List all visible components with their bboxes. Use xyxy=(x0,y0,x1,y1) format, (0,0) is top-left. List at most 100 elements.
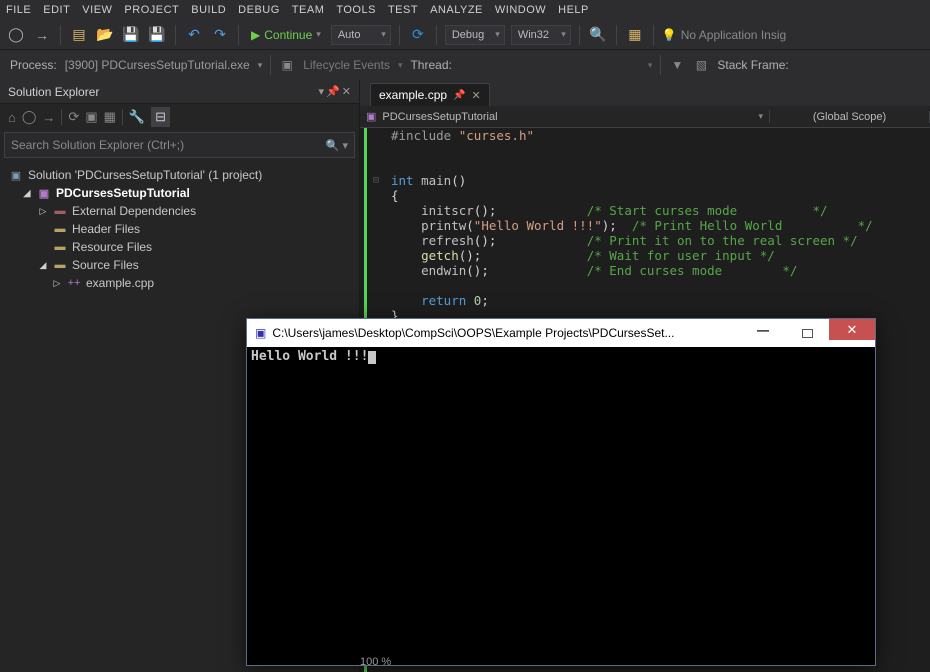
collapse-icon[interactable]: ⊟ xyxy=(373,173,379,188)
project-icon: ▣ xyxy=(36,186,52,200)
save-all-icon[interactable]: 💾 xyxy=(147,25,167,45)
collapse-icon[interactable]: ▣ xyxy=(85,109,97,125)
console-window[interactable]: ▣ C:\Users\james\Desktop\CompSci\OOPS\Ex… xyxy=(246,318,876,666)
nav-scope-left[interactable]: ▣ PDCursesSetupTutorial ▾ xyxy=(360,110,770,123)
process-label: Process: xyxy=(10,58,57,72)
menu-test[interactable]: TEST xyxy=(388,4,418,16)
menu-build[interactable]: BUILD xyxy=(191,4,226,16)
separator xyxy=(616,25,617,45)
nav-scope-right[interactable]: (Global Scope) xyxy=(770,111,930,123)
menu-analyze[interactable]: ANALYZE xyxy=(430,4,483,16)
menu-help[interactable]: HELP xyxy=(558,4,589,16)
solution-node[interactable]: ▣ Solution 'PDCursesSetupTutorial' (1 pr… xyxy=(4,166,355,184)
menu-bar: FILE EDIT VIEW PROJECT BUILD DEBUG TEAM … xyxy=(0,0,930,20)
expand-icon[interactable]: ▷ xyxy=(52,278,62,289)
folder-icon: ▬ xyxy=(52,258,68,272)
lifecycle-icon[interactable]: ▣ xyxy=(279,57,295,73)
external-deps-node[interactable]: ▷ ▬ External Dependencies xyxy=(4,202,355,220)
separator xyxy=(399,25,400,45)
extensions-icon[interactable]: ▦ xyxy=(625,25,645,45)
example-cpp-node[interactable]: ▷ ++ example.cpp xyxy=(4,274,355,292)
process-name: [3900] PDCursesSetupTutorial.exe xyxy=(65,58,250,72)
menu-view[interactable]: VIEW xyxy=(82,4,112,16)
resource-files-node[interactable]: ▬ Resource Files xyxy=(4,238,355,256)
editor-tab-example[interactable]: example.cpp 📌 ✕ xyxy=(370,83,490,106)
continue-label: Continue xyxy=(264,28,312,42)
close-icon[interactable]: ✕ xyxy=(472,89,481,102)
menu-team[interactable]: TEAM xyxy=(292,4,325,16)
redo-icon[interactable]: ↷ xyxy=(210,25,230,45)
separator xyxy=(238,25,239,45)
expand-icon[interactable]: ◢ xyxy=(22,188,32,199)
filter-icon[interactable]: ▼ xyxy=(669,57,685,73)
console-app-icon: ▣ xyxy=(255,326,266,340)
header-files-node[interactable]: ▬ Header Files xyxy=(4,220,355,238)
source-files-node[interactable]: ◢ ▬ Source Files xyxy=(4,256,355,274)
menu-debug[interactable]: DEBUG xyxy=(238,4,280,16)
save-icon[interactable]: 💾 xyxy=(121,25,141,45)
minimize-button[interactable]: — xyxy=(741,319,785,340)
maximize-button[interactable] xyxy=(785,319,829,347)
sync-icon[interactable]: ⟳ xyxy=(68,109,79,125)
menu-project[interactable]: PROJECT xyxy=(124,4,179,16)
properties-icon[interactable]: 🔧 xyxy=(129,109,145,125)
preview-icon[interactable]: ⊟ xyxy=(151,107,170,127)
folder-icon: ▬ xyxy=(52,240,68,254)
config-combo[interactable]: Debug xyxy=(445,25,505,45)
lifecycle-label: Lifecycle Events xyxy=(303,58,390,72)
pin-icon[interactable]: 📌 xyxy=(326,85,340,98)
play-icon: ▶ xyxy=(251,28,260,42)
separator xyxy=(436,25,437,45)
expand-icon[interactable]: ▷ xyxy=(38,206,48,217)
undo-icon[interactable]: ↶ xyxy=(184,25,204,45)
new-file-icon[interactable]: ▤ xyxy=(69,25,89,45)
menu-tools[interactable]: TOOLS xyxy=(336,4,376,16)
sort-icon[interactable]: ▧ xyxy=(693,57,709,73)
explorer-toolbar: ⌂ ◯ → ⟳ ▣ ▦ 🔧 ⊟ xyxy=(0,104,359,130)
refresh-icon[interactable]: ⟳ xyxy=(408,25,428,45)
continue-button[interactable]: ▶ Continue ▾ xyxy=(247,28,325,42)
debug-toolbar: Process: [3900] PDCursesSetupTutorial.ex… xyxy=(0,50,930,80)
show-all-icon[interactable]: ▦ xyxy=(104,109,116,125)
tab-label: example.cpp xyxy=(379,88,447,102)
nav-back-icon[interactable]: ◯ xyxy=(6,25,26,45)
cursor xyxy=(368,351,376,364)
home-icon[interactable]: ⌂ xyxy=(8,110,16,125)
app-insights-label: 💡 No Application Insig xyxy=(662,28,786,42)
dropdown-icon: ▾ xyxy=(758,111,763,122)
menu-edit[interactable]: EDIT xyxy=(43,4,70,16)
solution-tree: ▣ Solution 'PDCursesSetupTutorial' (1 pr… xyxy=(0,162,359,296)
project-icon: ▣ xyxy=(366,110,376,123)
folder-icon: ▬ xyxy=(52,204,68,218)
close-icon[interactable]: ✕ xyxy=(342,85,351,98)
platform-combo[interactable]: Win32 xyxy=(511,25,571,45)
separator xyxy=(653,25,654,45)
editor-tab-bar: example.cpp 📌 ✕ xyxy=(360,80,930,106)
debug-target-combo[interactable]: Auto xyxy=(331,25,391,45)
editor-nav-bar: ▣ PDCursesSetupTutorial ▾ (Global Scope) xyxy=(360,106,930,128)
bulb-icon: 💡 xyxy=(662,28,677,42)
thread-label: Thread: xyxy=(410,58,451,72)
console-titlebar[interactable]: ▣ C:\Users\james\Desktop\CompSci\OOPS\Ex… xyxy=(247,319,875,347)
separator xyxy=(60,25,61,45)
cpp-file-icon: ++ xyxy=(66,276,82,290)
folder-icon: ▬ xyxy=(52,222,68,236)
expand-icon[interactable]: ◢ xyxy=(38,260,48,271)
forward-icon[interactable]: → xyxy=(42,110,55,125)
menu-file[interactable]: FILE xyxy=(6,4,31,16)
search-placeholder: Search Solution Explorer (Ctrl+;) xyxy=(11,138,184,152)
separator xyxy=(175,25,176,45)
close-button[interactable]: ✕ xyxy=(829,319,875,340)
console-title-text: C:\Users\james\Desktop\CompSci\OOPS\Exam… xyxy=(272,326,674,340)
open-file-icon[interactable]: 📂 xyxy=(95,25,115,45)
find-in-files-icon[interactable]: 🔍 xyxy=(588,25,608,45)
separator xyxy=(660,55,661,75)
nav-fwd-icon[interactable]: → xyxy=(32,25,52,45)
project-node[interactable]: ◢ ▣ PDCursesSetupTutorial xyxy=(4,184,355,202)
back-icon[interactable]: ◯ xyxy=(22,109,37,125)
explorer-search[interactable]: Search Solution Explorer (Ctrl+;) 🔍 ▾ xyxy=(4,132,355,158)
dropdown-icon[interactable]: ▾ xyxy=(319,85,325,98)
menu-window[interactable]: WINDOW xyxy=(495,4,546,16)
pin-icon[interactable]: 📌 xyxy=(453,90,465,101)
console-output: Hello World !!! xyxy=(247,347,875,665)
